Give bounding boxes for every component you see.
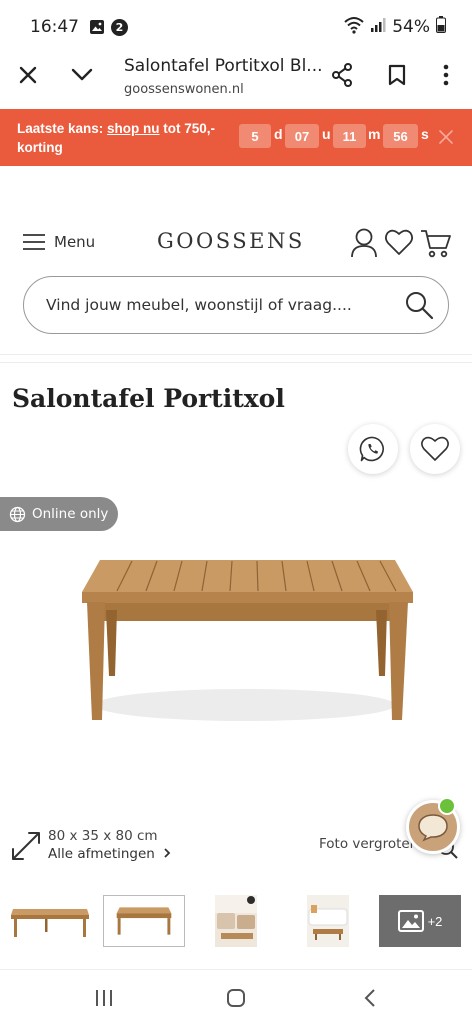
status-bar: 16:47 2 54%	[0, 0, 472, 54]
thumbnail-image	[307, 895, 349, 947]
promo-shop-link[interactable]: shop nu	[107, 121, 160, 136]
search-bar	[23, 276, 449, 334]
close-icon	[19, 66, 37, 84]
close-tab-button[interactable]	[8, 55, 48, 95]
promo-suffix: tot 750,-	[159, 121, 216, 136]
wifi-icon	[344, 16, 364, 39]
browser-url[interactable]: goossenswonen.nl	[124, 82, 244, 97]
thumbnail-1[interactable]	[9, 895, 91, 947]
countdown-seconds: 56	[383, 124, 418, 148]
search-icon	[406, 292, 434, 320]
recent-apps-button[interactable]	[89, 984, 119, 1012]
resize-arrow-icon	[12, 832, 40, 860]
heart-icon	[384, 229, 414, 255]
favorite-button[interactable]	[410, 424, 460, 474]
user-icon	[351, 228, 377, 258]
signal-icon	[370, 17, 386, 38]
whatsapp-icon	[359, 436, 384, 462]
share-button[interactable]	[322, 55, 362, 95]
wishlist-button[interactable]	[384, 227, 416, 259]
countdown-minutes: 11	[333, 124, 366, 148]
countdown-minutes-unit: m	[368, 126, 381, 142]
countdown-seconds-unit: s	[421, 126, 429, 142]
menu-button[interactable]: Menu	[22, 230, 95, 254]
notification-count: 2	[115, 20, 124, 34]
promo-text: Laatste kans: shop nu tot 750,- korting	[17, 119, 237, 157]
product-image[interactable]	[60, 540, 430, 740]
photo-zoom-label: Foto vergroten	[319, 836, 419, 852]
cart-button[interactable]	[420, 227, 452, 259]
thumbnail-image	[215, 895, 257, 947]
more-photos-count: +2	[427, 913, 443, 929]
countdown-days-unit: d	[274, 126, 283, 142]
share-icon	[332, 63, 352, 87]
image-icon	[397, 910, 424, 932]
expand-button[interactable]	[62, 55, 102, 95]
online-only-label: Online only	[32, 506, 109, 522]
promo-line2: korting	[17, 140, 63, 155]
countdown-hours-unit: u	[322, 126, 331, 142]
menu-label: Menu	[54, 233, 96, 251]
promo-prefix: Laatste kans:	[17, 121, 108, 136]
cart-icon	[421, 230, 451, 258]
bookmark-button[interactable]	[377, 55, 417, 95]
home-icon	[227, 989, 245, 1007]
countdown-days: 5	[239, 124, 271, 148]
chevron-down-icon	[71, 68, 93, 81]
hamburger-icon	[23, 234, 45, 250]
system-nav-bar	[0, 969, 472, 1024]
status-time: 16:47	[30, 17, 79, 37]
promo-close-button[interactable]	[436, 127, 456, 147]
divider	[0, 362, 472, 363]
battery-percent: 54%	[392, 17, 430, 37]
all-dimensions-link[interactable]: Alle afmetingen	[48, 846, 171, 862]
photo-zoom-link[interactable]: Foto vergroten	[319, 836, 458, 859]
heart-icon	[421, 436, 449, 461]
more-options-button[interactable]	[426, 55, 466, 95]
bookmark-icon	[388, 64, 406, 86]
online-only-badge: Online only	[0, 497, 118, 531]
back-icon	[364, 989, 375, 1007]
thumbnail-image	[116, 907, 172, 935]
close-icon	[439, 130, 453, 144]
countdown-hours: 07	[285, 124, 319, 148]
globe-icon	[9, 506, 26, 522]
search-input[interactable]	[46, 277, 386, 333]
thumbnail-3[interactable]	[195, 895, 277, 947]
product-title: Salontafel Portitxol	[12, 384, 285, 413]
battery-icon	[436, 16, 446, 38]
home-button[interactable]	[221, 984, 251, 1012]
browser-page-title[interactable]: Salontafel Portitxol Bl...	[124, 56, 323, 76]
dimensions-info: 80 x 35 x 80 cm Alle afmetingen	[10, 828, 210, 868]
gallery-icon	[89, 19, 105, 35]
all-dimensions-label: Alle afmetingen	[48, 846, 155, 862]
whatsapp-share-button[interactable]	[348, 424, 398, 474]
chat-icon	[418, 814, 448, 842]
divider	[0, 354, 472, 355]
notification-badge-icon: 2	[111, 18, 128, 36]
account-button[interactable]	[349, 227, 381, 259]
more-photos-button[interactable]: +2	[379, 895, 461, 947]
thumbnail-image	[11, 909, 89, 937]
browser-toolbar: Salontafel Portitxol Bl... goossenswonen…	[0, 54, 472, 108]
more-vert-icon	[443, 64, 449, 86]
recent-apps-icon	[96, 990, 112, 1006]
dimensions-text: 80 x 35 x 80 cm	[48, 828, 158, 844]
site-logo[interactable]: GOOSSENS	[157, 229, 305, 253]
chevron-right-icon	[164, 848, 171, 858]
thumbnail-4[interactable]	[287, 895, 369, 947]
online-status-dot	[438, 797, 456, 815]
back-button[interactable]	[355, 984, 385, 1012]
thumbnail-2[interactable]	[103, 895, 185, 947]
search-button[interactable]	[404, 290, 434, 320]
promo-banner: Laatste kans: shop nu tot 750,- korting …	[0, 109, 472, 166]
